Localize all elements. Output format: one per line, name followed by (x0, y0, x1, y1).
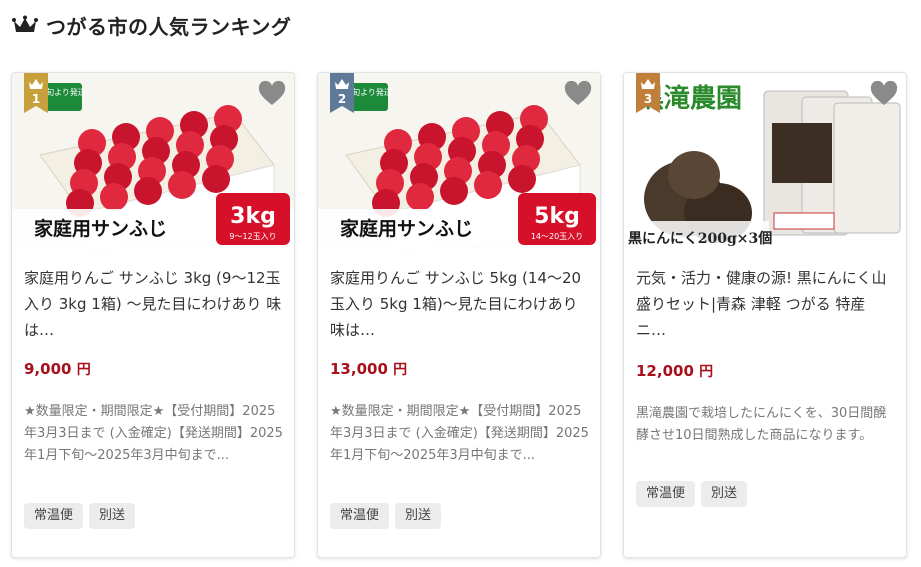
apple-shape (168, 171, 196, 199)
product-price: 13,000 円 (330, 360, 408, 378)
product-card-1[interactable]: 上旬より発送 家庭用サンふじ 3kg 9〜12玉入り 1 家庭用りんご サンふじ… (11, 72, 295, 558)
product-price: 9,000 円 (24, 360, 91, 378)
apple-shape (202, 165, 230, 193)
product-price: 12,000 円 (636, 362, 714, 380)
tag: 常温便 (330, 503, 390, 529)
apple-shape (406, 183, 434, 211)
apple-shape (474, 171, 502, 199)
svg-text:黒にんにく200g×3個: 黒にんにく200g×3個 (628, 230, 772, 247)
tag-list: 常温便 別送 (636, 481, 748, 507)
product-title[interactable]: 家庭用りんご サンふじ 5kg (14〜20玉入り 5kg 1箱)〜見た目にわけ… (330, 265, 590, 343)
tag: 別送 (701, 481, 748, 507)
apple-shape (440, 177, 468, 205)
svg-text:5kg: 5kg (534, 204, 580, 229)
tag: 別送 (89, 503, 136, 529)
tag: 常温便 (24, 503, 84, 529)
heart-icon[interactable] (258, 81, 286, 107)
section-title: つがる市の人気ランキング (46, 14, 292, 39)
product-title[interactable]: 家庭用りんご サンふじ 3kg (9〜12玉入り 3kg 1箱) 〜見た目にわけ… (24, 265, 284, 343)
product-card-2[interactable]: 上旬より発送 家庭用サンふじ 5kg 14〜20玉入り 2 家庭用りんご サンふ… (317, 72, 601, 558)
crown-icon (12, 15, 38, 32)
svg-text:家庭用サンふじ: 家庭用サンふじ (340, 217, 473, 240)
product-image[interactable]: 黒滝農園 黒にんにく200g×3個 (624, 73, 906, 249)
apple-shape (134, 177, 162, 205)
tag-list: 常温便 別送 (24, 503, 136, 529)
svg-text:家庭用サンふじ: 家庭用サンふじ (34, 217, 167, 240)
tag: 常温便 (636, 481, 696, 507)
rank-badge: 3 (636, 73, 660, 113)
product-image[interactable]: 上旬より発送 家庭用サンふじ 5kg 14〜20玉入り (318, 73, 600, 249)
apple-shape (100, 183, 128, 211)
rank-badge: 1 (24, 73, 48, 113)
rank-badge: 2 (330, 73, 354, 113)
product-description: ★数量限定・期間限定★【受付期間】2025年3月3日まで (入金確定)【発送期間… (24, 404, 283, 463)
product-image[interactable]: 上旬より発送 家庭用サンふじ 3kg 9〜12玉入り (12, 73, 294, 249)
product-description: ★数量限定・期間限定★【受付期間】2025年3月3日まで (入金確定)【発送期間… (330, 404, 589, 463)
svg-text:9〜12玉入り: 9〜12玉入り (229, 232, 276, 241)
tag: 別送 (395, 503, 442, 529)
apple-shape (508, 165, 536, 193)
svg-text:3kg: 3kg (230, 204, 276, 229)
tag-list: 常温便 別送 (330, 503, 442, 529)
product-description: 黒滝農園で栽培したにんにくを、30日間醗酵させ10日間熟成した商品になります。 (636, 406, 887, 443)
heart-icon[interactable] (564, 81, 592, 107)
section-heading: つがる市の人気ランキング (12, 8, 291, 42)
heart-icon[interactable] (870, 81, 898, 107)
product-title[interactable]: 元気・活力・健康の源! 黒にんにく山盛りセット|青森 津軽 つがる 特産 ニ… (636, 265, 896, 343)
svg-text:14〜20玉入り: 14〜20玉入り (531, 232, 583, 241)
product-card-3[interactable]: 黒滝農園 黒にんにく200g×3個 3 元気・活力・健康の源! 黒にんにく山盛り… (623, 72, 907, 558)
